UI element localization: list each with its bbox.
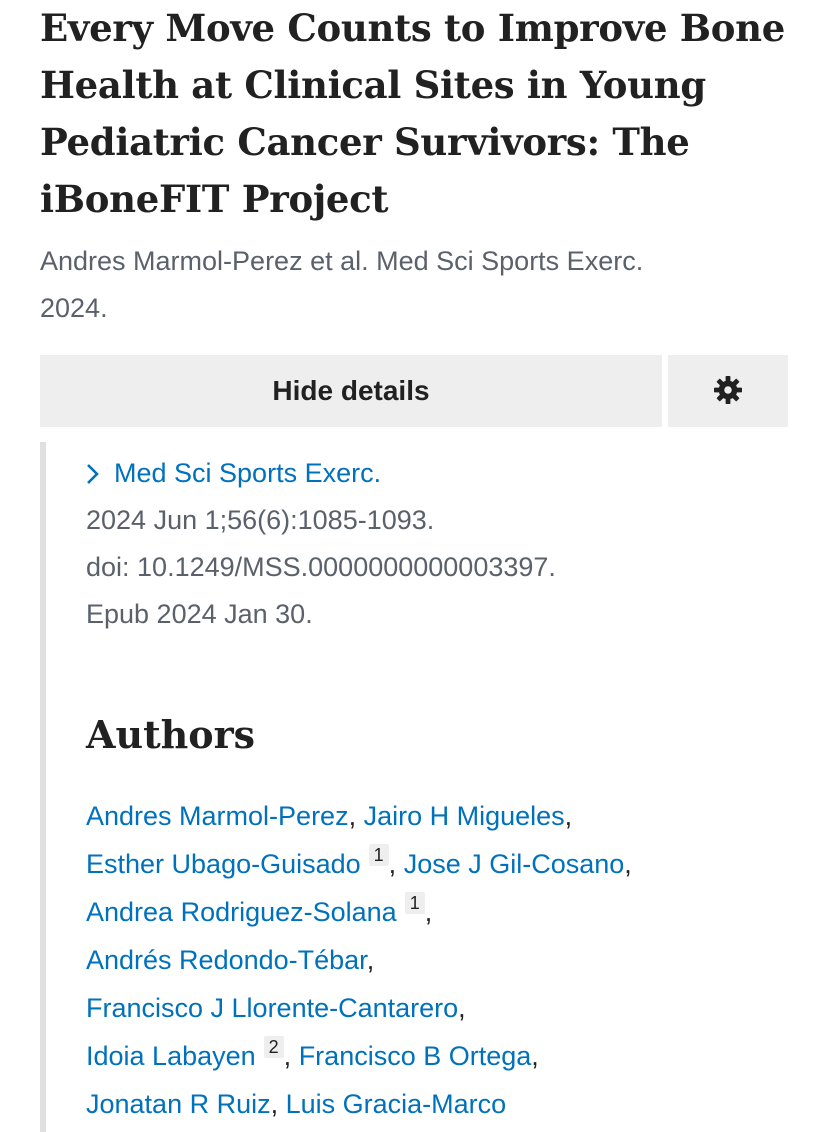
authors-heading: Authors [86,712,256,757]
author-link[interactable]: Jairo H Migueles [364,801,565,831]
journal-name: Med Sci Sports Exerc. [114,458,382,488]
details-panel: Med Sci Sports Exerc. 2024 Jun 1;56(6):1… [40,442,806,1132]
author-link[interactable]: Andres Marmol-Perez [86,801,349,831]
author-link[interactable]: Francisco B Ortega [299,1041,532,1071]
gear-icon [712,374,744,409]
author-link[interactable]: Idoia Labayen [86,1041,256,1071]
citation-line: Andres Marmol-Perez et al. Med Sci Sport… [40,246,644,276]
doi: doi: 10.1249/MSS.0000000000003397. [86,552,556,582]
article-citation: Andres Marmol-Perez et al. Med Sci Sport… [40,238,800,332]
affiliation-badge[interactable]: 2 [263,1036,284,1058]
author-link[interactable]: Luis Gracia-Marco [286,1089,507,1119]
authors-list: Andres Marmol-Perez, Jairo H Migueles, E… [86,801,632,1119]
hide-details-button[interactable]: Hide details [40,355,662,427]
affiliation-badge[interactable]: 1 [404,892,425,914]
author-link[interactable]: Andrés Redondo-Tébar [86,945,367,975]
journal-link[interactable]: Med Sci Sports Exerc. [86,450,381,497]
article-title: Every Move Counts to Improve Bone Health… [40,6,785,221]
author-link[interactable]: Francisco J Llorente-Cantarero [86,993,458,1023]
epub-date: Epub 2024 Jan 30. [86,599,313,629]
citation-year: 2024. [40,293,108,323]
chevron-right-icon [86,463,100,485]
author-link[interactable]: Andrea Rodriguez-Solana [86,897,397,927]
publication-date: 2024 Jun 1;56(6):1085-1093. [86,505,435,535]
affiliation-badge[interactable]: 1 [368,844,389,866]
author-link[interactable]: Jonatan R Ruiz [86,1089,271,1119]
author-link[interactable]: Jose J Gil-Cosano [404,849,625,879]
settings-button[interactable] [668,355,788,427]
author-link[interactable]: Esther Ubago-Guisado [86,849,361,879]
action-bar: Hide details [40,355,788,427]
publication-meta: 2024 Jun 1;56(6):1085-1093. doi: 10.1249… [86,497,556,638]
